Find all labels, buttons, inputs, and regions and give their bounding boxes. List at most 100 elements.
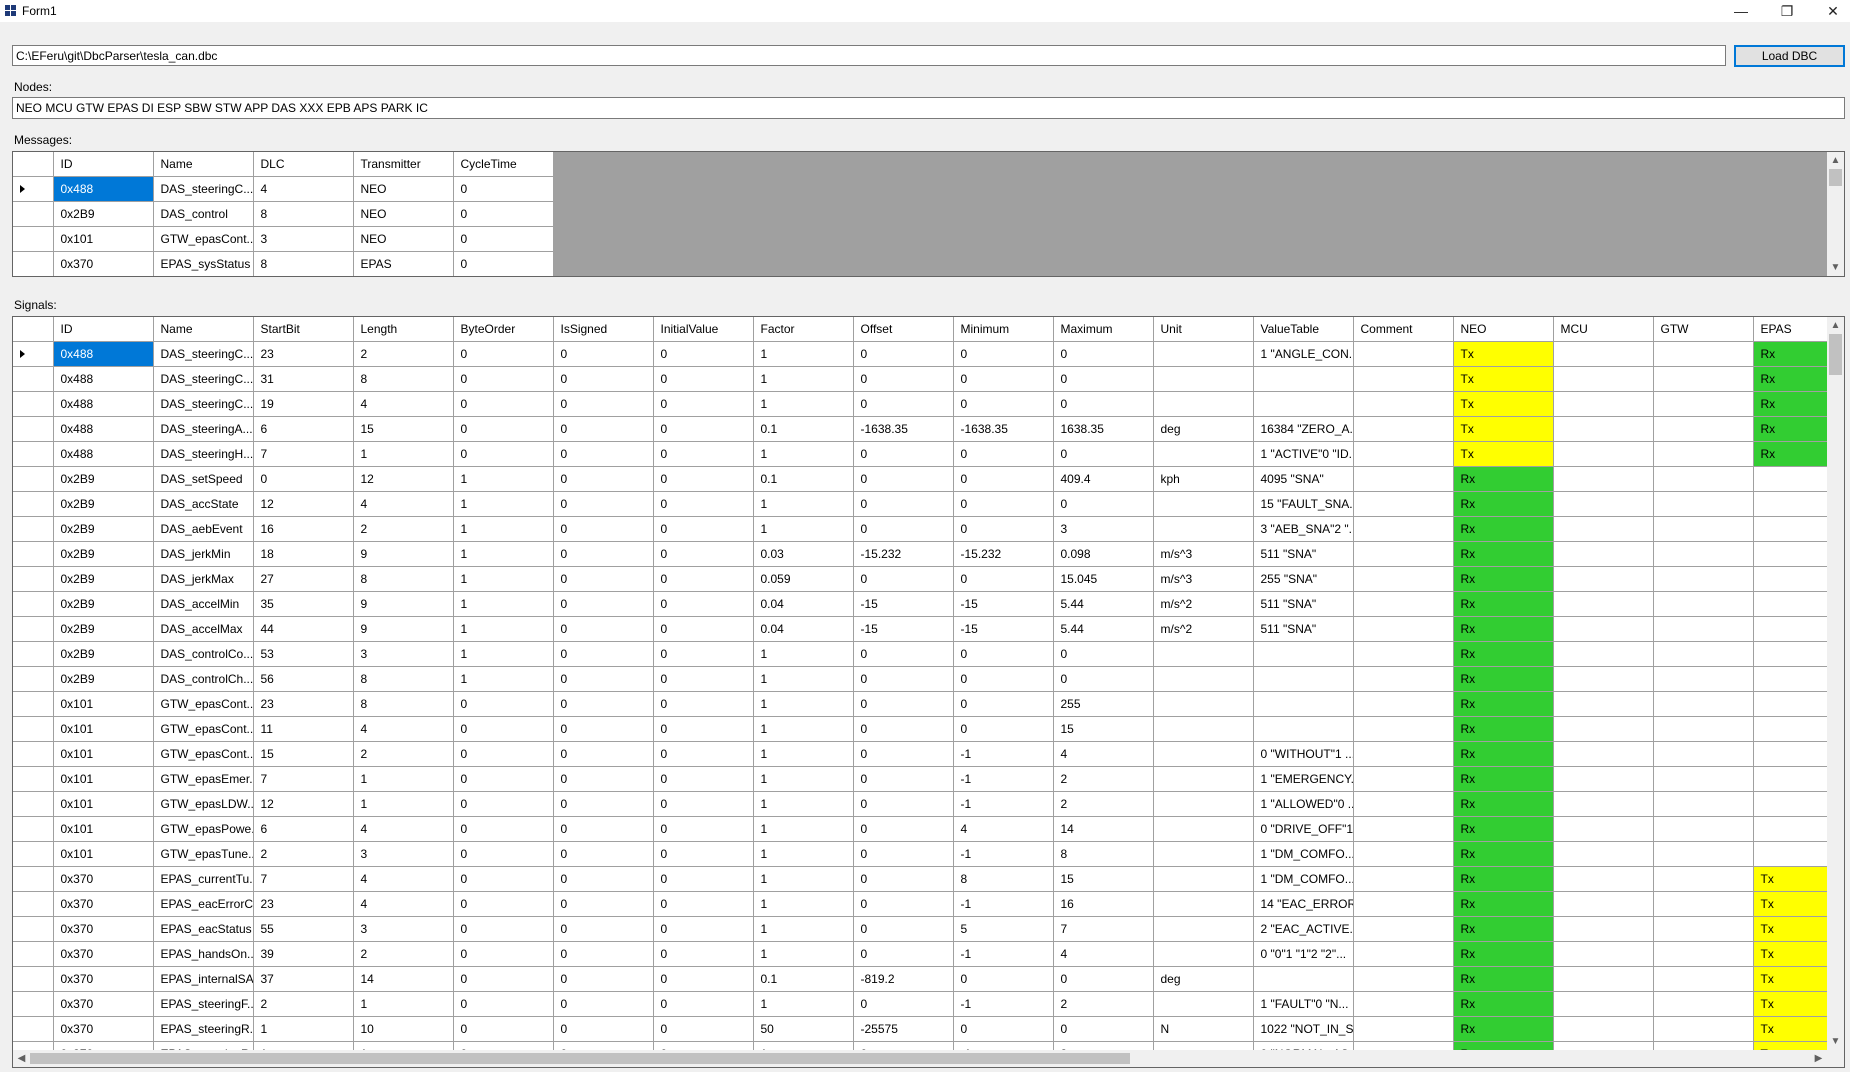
row-header[interactable] xyxy=(13,741,54,767)
signal-cell-minimum[interactable]: 0 xyxy=(953,566,1054,592)
signal-column-header-id[interactable]: ID xyxy=(53,317,154,342)
signal-cell-minimum[interactable]: 0 xyxy=(953,341,1054,367)
signal-cell-name[interactable]: DAS_accelMax xyxy=(153,616,254,642)
row-header[interactable] xyxy=(13,791,54,817)
dbc-path-input[interactable] xyxy=(12,45,1726,66)
signal-cell-minimum[interactable]: -15 xyxy=(953,591,1054,617)
message-cell-transmitter[interactable]: NEO xyxy=(353,176,454,202)
signal-cell-comment[interactable] xyxy=(1353,616,1454,642)
signal-cell-valuetable[interactable]: 1022 "NOT_IN_S... xyxy=(1253,1016,1354,1042)
signal-cell-name[interactable]: EPAS_steeringF... xyxy=(153,991,254,1017)
signal-cell-offset[interactable]: 0 xyxy=(853,366,954,392)
signal-cell-unit[interactable] xyxy=(1153,341,1254,367)
signal-cell-issigned[interactable]: 0 xyxy=(553,866,654,892)
signal-cell-initialvalue[interactable]: 0 xyxy=(653,566,754,592)
signal-cell-initialvalue[interactable]: 0 xyxy=(653,766,754,792)
signal-cell-byteorder[interactable]: 0 xyxy=(453,941,554,967)
signal-cell-mcu[interactable] xyxy=(1553,416,1654,442)
signal-cell-maximum[interactable]: 3 xyxy=(1053,516,1154,542)
signal-cell-byteorder[interactable]: 1 xyxy=(453,666,554,692)
signal-cell-offset[interactable]: -25575 xyxy=(853,1016,954,1042)
signal-cell-startbit[interactable]: 12 xyxy=(253,491,354,517)
signal-cell-id[interactable]: 0x488 xyxy=(53,441,154,467)
signal-cell-mcu[interactable] xyxy=(1553,616,1654,642)
signal-cell-unit[interactable] xyxy=(1153,391,1254,417)
signals-grid[interactable]: ID Name StartBit Length ByteOrder IsSigned Ini… xyxy=(12,316,1845,1068)
signal-cell-startbit[interactable]: 18 xyxy=(253,541,354,567)
signal-cell-neo[interactable]: Rx xyxy=(1453,766,1554,792)
message-cell-transmitter[interactable]: EPAS xyxy=(353,251,454,276)
row-header[interactable] xyxy=(13,966,54,992)
signal-cell-length[interactable]: 1 xyxy=(353,791,454,817)
signal-cell-length[interactable]: 9 xyxy=(353,591,454,617)
signal-cell-id[interactable]: 0x2B9 xyxy=(53,616,154,642)
signal-table-row[interactable]: 0x101 GTW_epasCont... 15 2 0 0 0 1 0 -1 4 0 "WITHOU… xyxy=(13,741,1844,767)
signal-cell-startbit[interactable]: 56 xyxy=(253,666,354,692)
signal-table-row[interactable]: 0x488 DAS_steeringC... 19 4 0 0 0 1 0 0 0 Tx Rx xyxy=(13,391,1844,417)
signal-cell-minimum[interactable]: 0 xyxy=(953,516,1054,542)
signal-cell-byteorder[interactable]: 0 xyxy=(453,816,554,842)
signal-cell-startbit[interactable]: 12 xyxy=(253,791,354,817)
signal-cell-startbit[interactable]: 44 xyxy=(253,616,354,642)
signal-cell-gtw[interactable] xyxy=(1653,416,1754,442)
signal-cell-factor[interactable]: 0.04 xyxy=(753,616,854,642)
signal-cell-gtw[interactable] xyxy=(1653,441,1754,467)
signal-cell-id[interactable]: 0x101 xyxy=(53,816,154,842)
signal-cell-maximum[interactable]: 0 xyxy=(1053,966,1154,992)
row-header[interactable] xyxy=(13,416,54,442)
signal-cell-factor[interactable]: 0.059 xyxy=(753,566,854,592)
signal-cell-name[interactable]: DAS_controlCh... xyxy=(153,666,254,692)
signal-cell-comment[interactable] xyxy=(1353,841,1454,867)
signal-cell-startbit[interactable]: 23 xyxy=(253,691,354,717)
signal-cell-id[interactable]: 0x370 xyxy=(53,966,154,992)
signal-cell-neo[interactable]: Rx xyxy=(1453,991,1554,1017)
message-column-header-cycletime[interactable]: CycleTime xyxy=(453,152,554,177)
row-header[interactable] xyxy=(13,391,54,417)
signal-cell-startbit[interactable]: 39 xyxy=(253,941,354,967)
signal-cell-issigned[interactable]: 0 xyxy=(553,941,654,967)
restore-icon[interactable]: ❐ xyxy=(1764,0,1810,22)
signal-cell-neo[interactable]: Tx xyxy=(1453,341,1554,367)
signal-table-row[interactable]: 0x2B9 DAS_accState 12 4 1 0 0 1 0 0 0 15 "FAULT_SNA… xyxy=(13,491,1844,517)
signal-table-row[interactable]: 0x370 EPAS_handsOn... 39 2 0 0 0 1 0 -1 4 0 "0"1 "1… xyxy=(13,941,1844,967)
signal-cell-byteorder[interactable]: 1 xyxy=(453,516,554,542)
message-column-header-transmitter[interactable]: Transmitter xyxy=(353,152,454,177)
signal-cell-id[interactable]: 0x2B9 xyxy=(53,541,154,567)
signal-cell-initialvalue[interactable]: 0 xyxy=(653,916,754,942)
signal-cell-maximum[interactable]: 409.4 xyxy=(1053,466,1154,492)
signal-column-header-comment[interactable]: Comment xyxy=(1353,317,1454,342)
signal-cell-offset[interactable]: -1638.35 xyxy=(853,416,954,442)
signal-cell-name[interactable]: DAS_jerkMax xyxy=(153,566,254,592)
signal-cell-comment[interactable] xyxy=(1353,766,1454,792)
signal-table-row[interactable]: 0x2B9 DAS_controlCo... 53 3 1 0 0 1 0 0 0 Rx xyxy=(13,641,1844,667)
signal-column-header-mcu[interactable]: MCU xyxy=(1553,317,1654,342)
signal-cell-comment[interactable] xyxy=(1353,791,1454,817)
message-column-header-id[interactable]: ID xyxy=(53,152,154,177)
signal-cell-byteorder[interactable]: 0 xyxy=(453,891,554,917)
signal-table-row[interactable]: 0x488 DAS_steeringC... 23 2 0 0 0 1 0 0 0 1 "ANGLE_… xyxy=(13,341,1844,367)
signal-cell-maximum[interactable]: 0 xyxy=(1053,1016,1154,1042)
signal-cell-mcu[interactable] xyxy=(1553,666,1654,692)
signal-cell-minimum[interactable]: -1 xyxy=(953,766,1054,792)
signal-cell-valuetable[interactable]: 4095 "SNA" xyxy=(1253,466,1354,492)
signal-cell-comment[interactable] xyxy=(1353,391,1454,417)
signal-cell-startbit[interactable]: 55 xyxy=(253,916,354,942)
signal-cell-offset[interactable]: 0 xyxy=(853,391,954,417)
signal-cell-length[interactable]: 4 xyxy=(353,891,454,917)
row-header[interactable] xyxy=(13,491,54,517)
signal-cell-id[interactable]: 0x370 xyxy=(53,941,154,967)
signal-cell-offset[interactable]: 0 xyxy=(853,466,954,492)
signal-cell-valuetable[interactable]: 0 "0"1 "1"2 "2"... xyxy=(1253,941,1354,967)
scroll-down-icon[interactable]: ▼ xyxy=(1827,1033,1844,1050)
signal-cell-byteorder[interactable]: 0 xyxy=(453,966,554,992)
signal-cell-id[interactable]: 0x488 xyxy=(53,366,154,392)
signal-cell-issigned[interactable]: 0 xyxy=(553,366,654,392)
signal-cell-offset[interactable]: 0 xyxy=(853,891,954,917)
signal-cell-gtw[interactable] xyxy=(1653,816,1754,842)
signal-cell-neo[interactable]: Rx xyxy=(1453,966,1554,992)
signal-cell-unit[interactable] xyxy=(1153,941,1254,967)
signal-cell-length[interactable]: 15 xyxy=(353,416,454,442)
signal-cell-offset[interactable]: 0 xyxy=(853,516,954,542)
signal-cell-byteorder[interactable]: 0 xyxy=(453,416,554,442)
signal-cell-maximum[interactable]: 14 xyxy=(1053,816,1154,842)
